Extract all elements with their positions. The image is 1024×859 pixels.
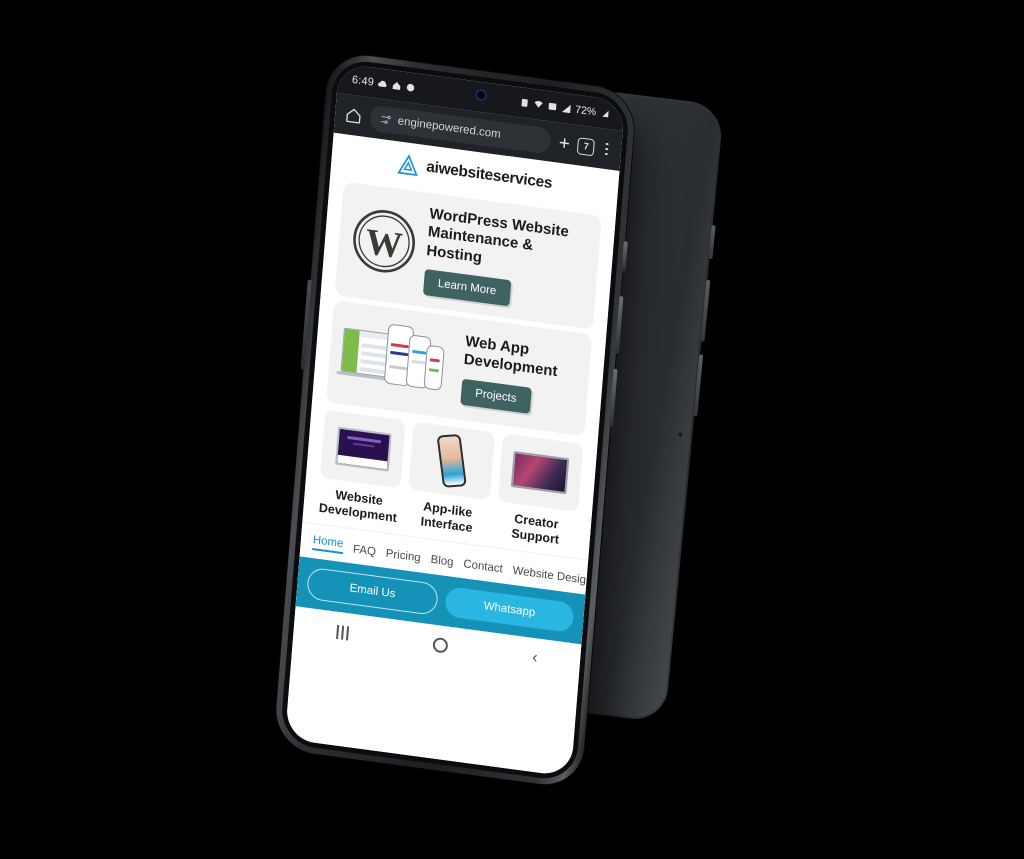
web-page: aiwebsiteservices W WordPress Website Ma… (284, 132, 620, 777)
feature-creator-support[interactable]: Creator Support (494, 433, 584, 549)
nav-item-pricing[interactable]: Pricing (385, 548, 421, 565)
download-icon (406, 83, 415, 92)
wifi-icon (534, 101, 543, 108)
card-wordpress-body: WordPress Website Maintenance & Hosting … (422, 205, 589, 316)
cloud-icon (378, 80, 387, 88)
feature-website-development[interactable]: Website Development (317, 409, 407, 526)
battery-icon (602, 110, 609, 118)
site-settings-icon[interactable] (379, 113, 392, 127)
front-phone: 6:49 72% enginepowered.com + 7 aiwebsite… (273, 50, 637, 790)
tab-counter-button[interactable]: 7 (577, 136, 596, 156)
learn-more-button[interactable]: Learn More (422, 268, 512, 307)
phone-mock-3 (423, 344, 445, 391)
status-clock: 6:49 (351, 73, 375, 89)
whatsapp-button[interactable]: Whatsapp (444, 586, 575, 634)
wordpress-logo-icon: W (348, 204, 419, 284)
projects-button[interactable]: Projects (460, 378, 532, 414)
triangle-a-logo-icon[interactable] (397, 153, 421, 178)
back-icon[interactable]: ‹ (532, 649, 539, 667)
devices-mockup-image (336, 314, 456, 407)
scene-root: 6:49 72% enginepowered.com + 7 aiwebsite… (0, 0, 1024, 859)
status-bar-right: 72% (519, 96, 610, 120)
site-logo-text[interactable]: aiwebsiteservices (426, 158, 553, 193)
status-bar-left: 6:49 (351, 74, 416, 94)
battery-percent-label: 72% (574, 103, 597, 119)
feature-label: Creator Support (510, 511, 560, 547)
home-icon[interactable] (344, 106, 362, 125)
feature-app-like-interface[interactable]: App-like Interface (406, 421, 495, 537)
url-text: enginepowered.com (397, 115, 502, 141)
email-us-button[interactable]: Email Us (306, 566, 439, 616)
nav-item-home[interactable]: Home (312, 533, 344, 554)
recents-icon[interactable] (335, 624, 349, 641)
phone-screen: 6:49 72% enginepowered.com + 7 aiwebsite… (284, 63, 626, 777)
card-webapp-body: Web App Development Projects (460, 333, 579, 419)
feature-label: App-like Interface (420, 499, 474, 535)
front-camera-punchhole (474, 88, 488, 102)
kebab-menu-icon[interactable] (602, 142, 612, 156)
smartphone-screenshot-image (408, 421, 495, 501)
home-circle-icon[interactable] (432, 637, 449, 655)
app-notification-icon (392, 82, 401, 91)
nav-item-contact[interactable]: Contact (463, 558, 503, 575)
nav-item-website-design[interactable]: Website Design (512, 565, 588, 588)
mobile-data-icon (548, 102, 557, 111)
card-webapp-title: Web App Development (463, 332, 559, 381)
signal-icon (561, 104, 571, 114)
feature-label: Website Development (318, 487, 398, 525)
nav-item-blog[interactable]: Blog (430, 554, 454, 569)
plus-icon[interactable]: + (558, 132, 571, 154)
laptop-screenshot-image (319, 409, 407, 489)
sim-icon (521, 98, 528, 107)
tab-count-label: 7 (583, 140, 590, 153)
card-wordpress-title: WordPress Website Maintenance & Hosting (425, 205, 570, 266)
tv-creator-image (497, 433, 584, 512)
svg-text:W: W (364, 221, 404, 267)
nav-item-faq[interactable]: FAQ (353, 543, 377, 558)
